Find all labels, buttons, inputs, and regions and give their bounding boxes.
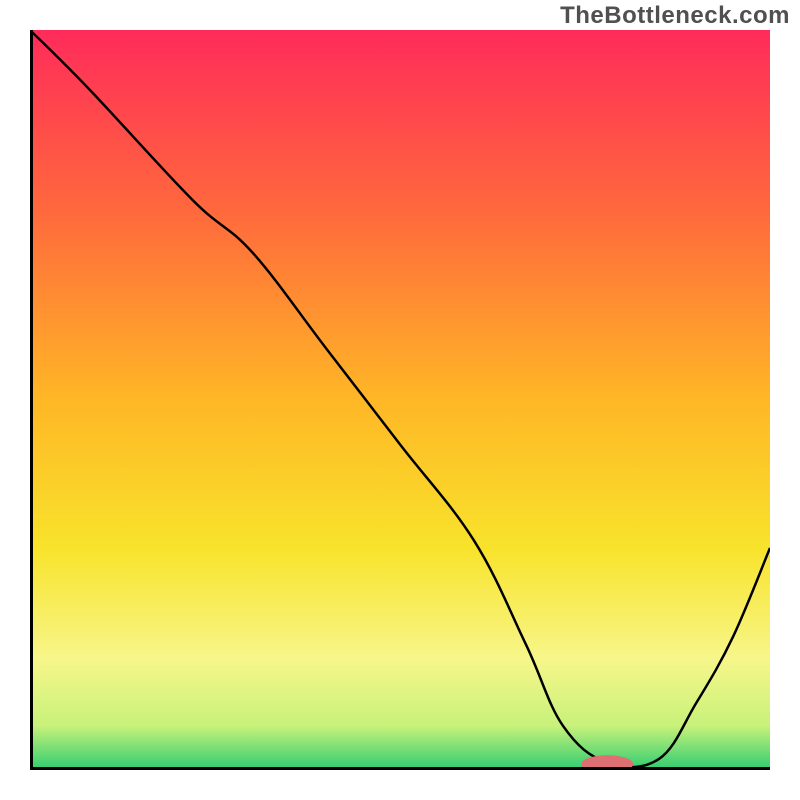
watermark-text: TheBottleneck.com [560, 2, 790, 30]
gradient-background [30, 30, 770, 770]
plot-svg [30, 30, 770, 770]
plot-area [30, 30, 770, 770]
chart-container: TheBottleneck.com [0, 0, 800, 800]
